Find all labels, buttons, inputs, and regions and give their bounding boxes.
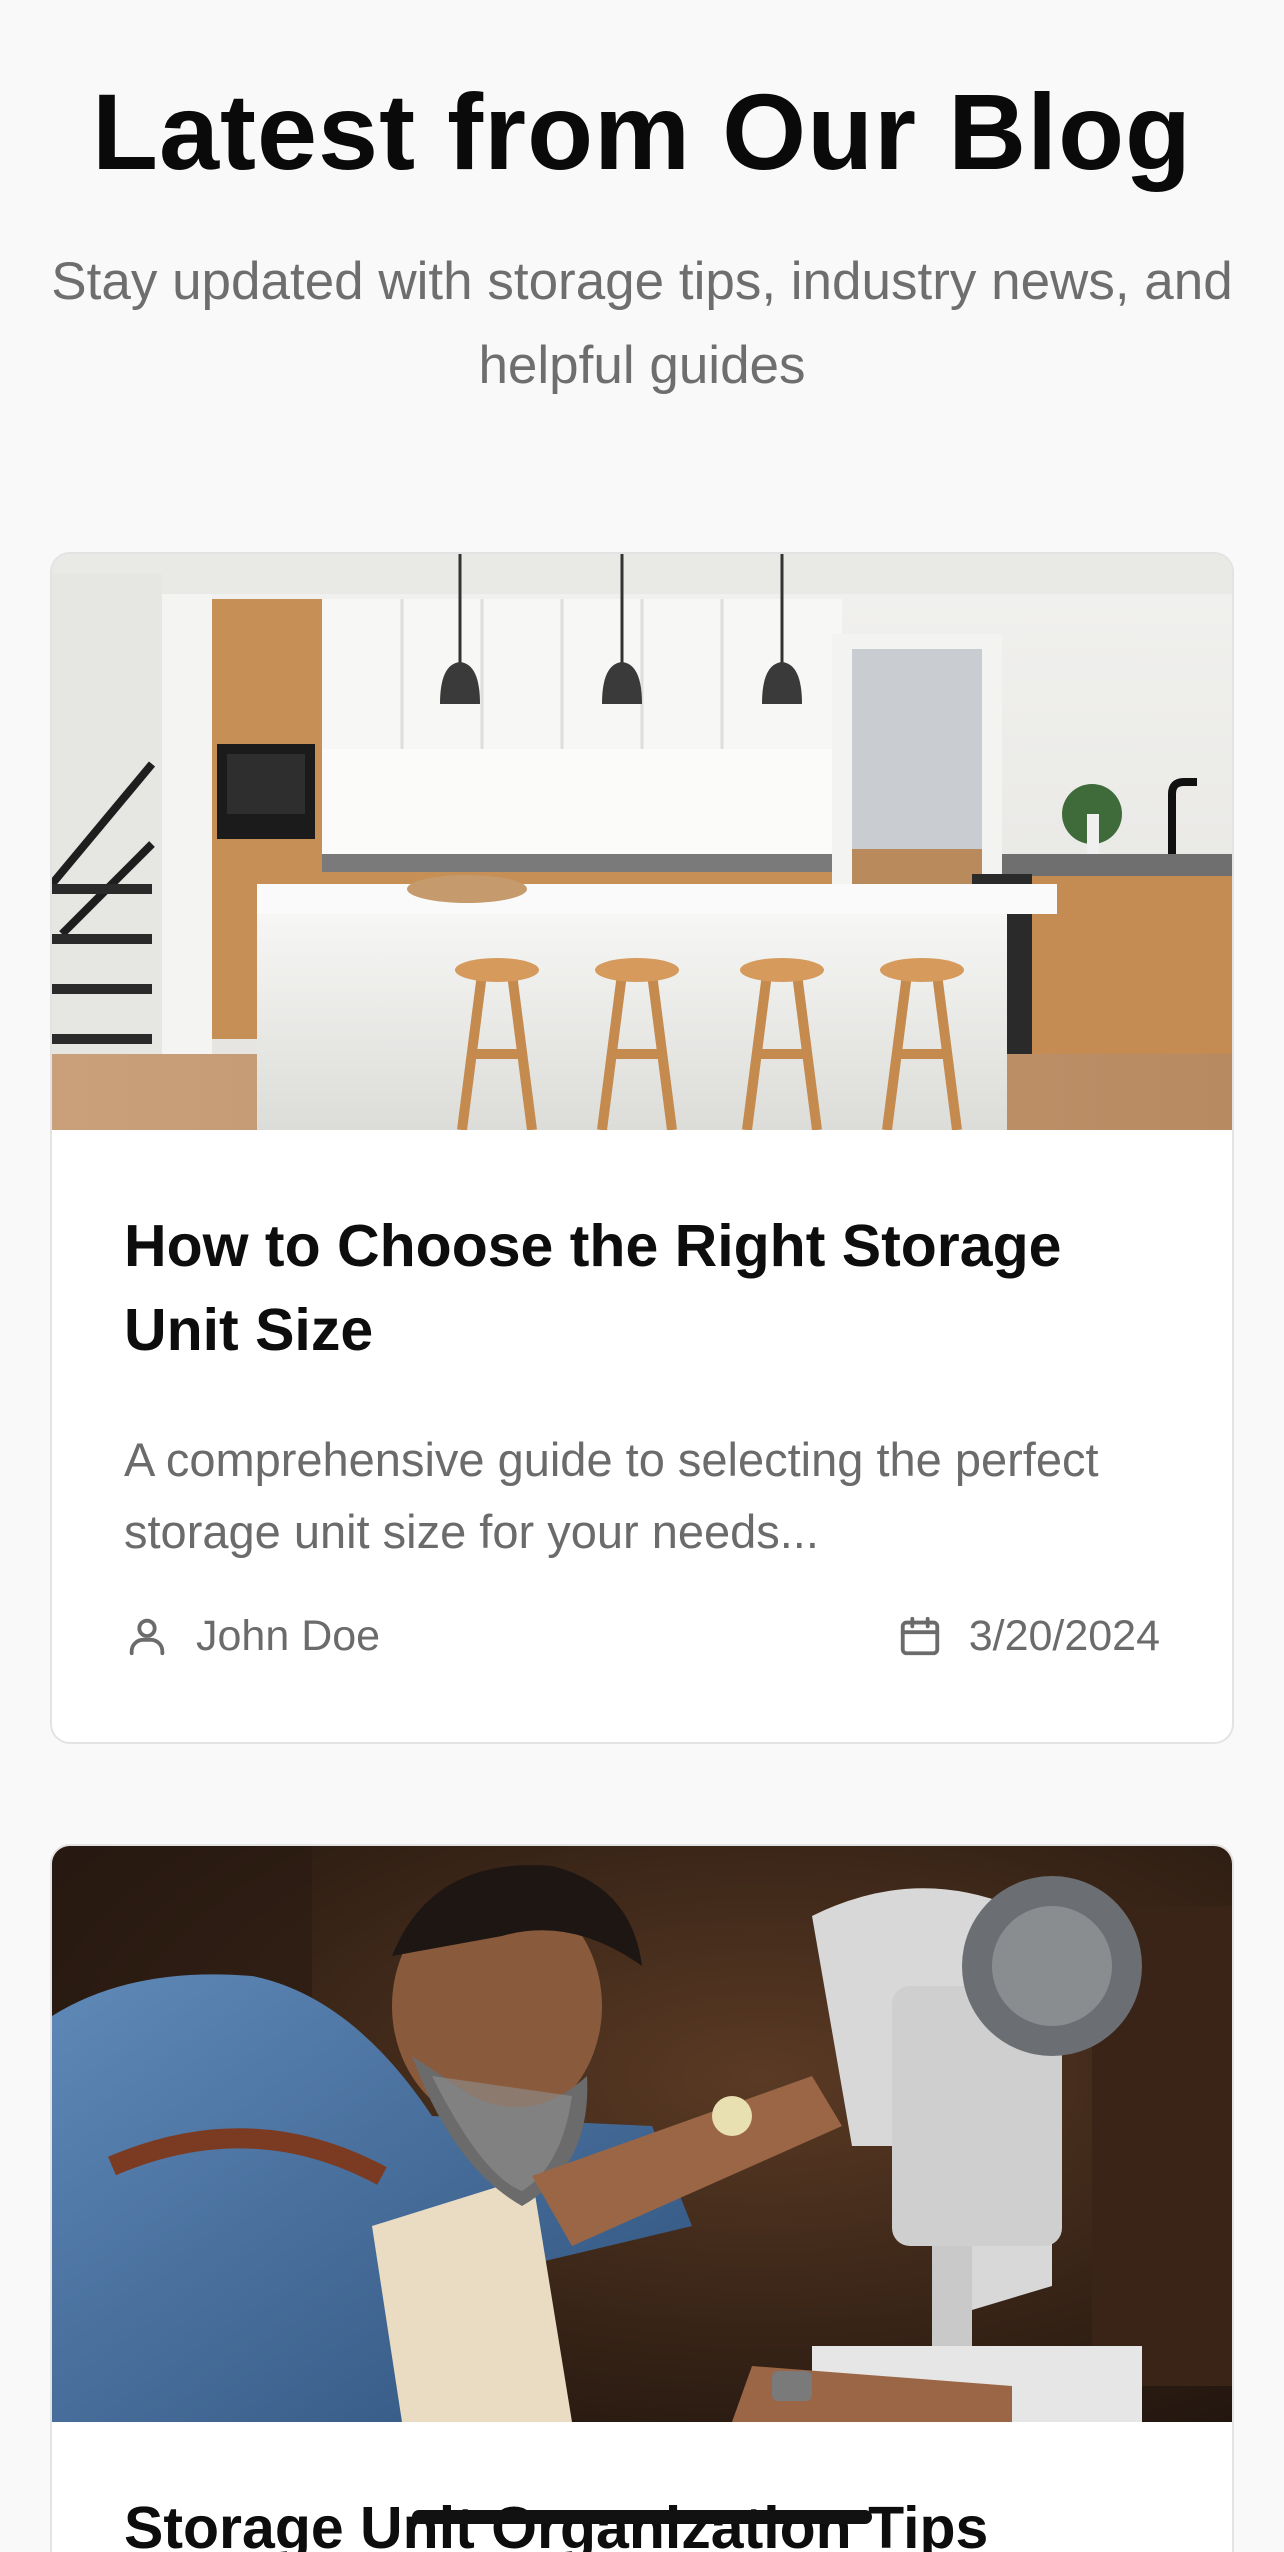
blog-card-image[interactable]	[52, 1846, 1232, 2422]
author-name: John Doe	[196, 1611, 381, 1660]
page-title: Latest from Our Blog	[91, 71, 1193, 192]
publish-date: 3/20/2024	[897, 1612, 1160, 1661]
blog-card-image[interactable]	[52, 554, 1232, 1130]
page-subtitle: Stay updated with storage tips, industry…	[51, 252, 1233, 395]
home-indicator[interactable]	[412, 2510, 872, 2524]
blog-page: Latest from Our Blog Stay updated with s…	[0, 0, 1284, 2552]
blog-card[interactable]: How to Choose the Right Storage Unit Siz…	[50, 552, 1234, 1744]
blog-card-excerpt: A comprehensive guide to selecting the p…	[124, 1433, 1099, 1558]
user-icon	[129, 1618, 165, 1656]
tailor-at-sewing-machine-photo	[52, 1846, 1232, 2422]
blog-card-meta: John Doe 3/20/2024	[124, 1606, 1160, 1666]
blog-card-title[interactable]: How to Choose the Right Storage Unit Siz…	[124, 1204, 1184, 1372]
calendar-icon	[900, 1616, 939, 1656]
kitchen-photo	[52, 554, 1232, 1130]
date-text: 3/20/2024	[968, 1611, 1160, 1660]
blog-card[interactable]: Storage Unit Organization Tips	[50, 1844, 1234, 2552]
author: John Doe	[124, 1612, 380, 1661]
